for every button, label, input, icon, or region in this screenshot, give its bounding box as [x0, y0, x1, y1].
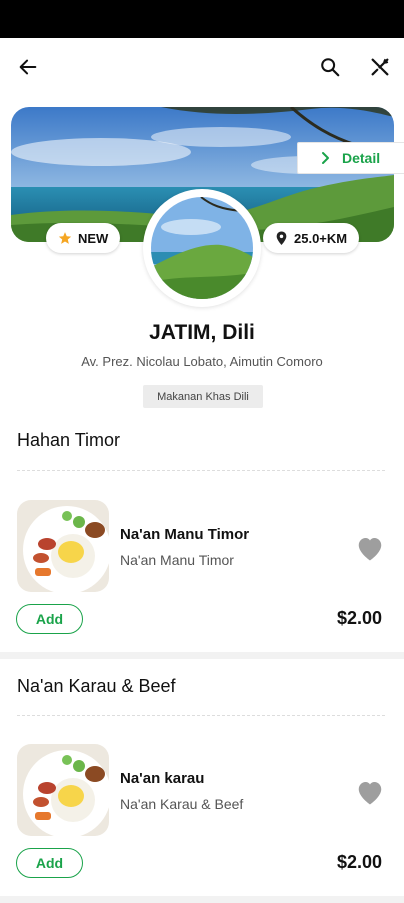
new-badge: NEW: [46, 223, 121, 253]
section-separator: [0, 652, 404, 659]
arrow-left-icon: [19, 59, 37, 75]
detail-button[interactable]: Detail: [297, 142, 404, 174]
item-price: $2.00: [336, 608, 382, 628]
restaurant-menu-button[interactable]: [364, 51, 396, 83]
store-avatar: [143, 189, 261, 307]
new-badge-label: NEW: [78, 230, 109, 246]
add-button[interactable]: Add: [16, 848, 83, 878]
item-name: Na'an karau: [120, 770, 205, 787]
chevron-right-icon: [322, 152, 329, 164]
section-title: Na'an Karau & Beef: [17, 676, 176, 696]
detail-label: Detail: [342, 150, 381, 166]
top-bar: [0, 38, 404, 96]
status-bar: [0, 0, 404, 38]
section-divider: [17, 470, 385, 471]
item-description: Na'an Karau & Beef: [120, 796, 244, 812]
location-pin-icon: [276, 231, 287, 245]
heart-icon: [358, 782, 382, 805]
item-description: Na'an Manu Timor: [120, 552, 234, 568]
store-category-tag: Makanan Khas Dili: [143, 385, 263, 408]
fork-knife-icon: [371, 58, 389, 76]
favorite-button[interactable]: [355, 778, 385, 806]
heart-icon: [358, 538, 382, 561]
section-title: Hahan Timor: [17, 430, 121, 450]
favorite-button[interactable]: [355, 534, 385, 562]
star-icon: [58, 232, 72, 244]
search-button[interactable]: [314, 51, 346, 83]
search-icon: [321, 58, 340, 77]
store-name: JATIM, Dili: [149, 321, 255, 344]
back-button[interactable]: [12, 51, 44, 83]
distance-label: 25.0+KM: [294, 230, 348, 246]
food-image[interactable]: [17, 744, 109, 836]
food-image[interactable]: [17, 500, 109, 592]
item-name: Na'an Manu Timor: [120, 526, 250, 543]
distance-badge: 25.0+KM: [263, 223, 360, 253]
add-button[interactable]: Add: [16, 604, 83, 634]
item-price: $2.00: [336, 852, 382, 872]
store-address: Av. Prez. Nicolau Lobato, Aimutin Comoro: [81, 354, 323, 369]
section-divider: [17, 715, 385, 716]
